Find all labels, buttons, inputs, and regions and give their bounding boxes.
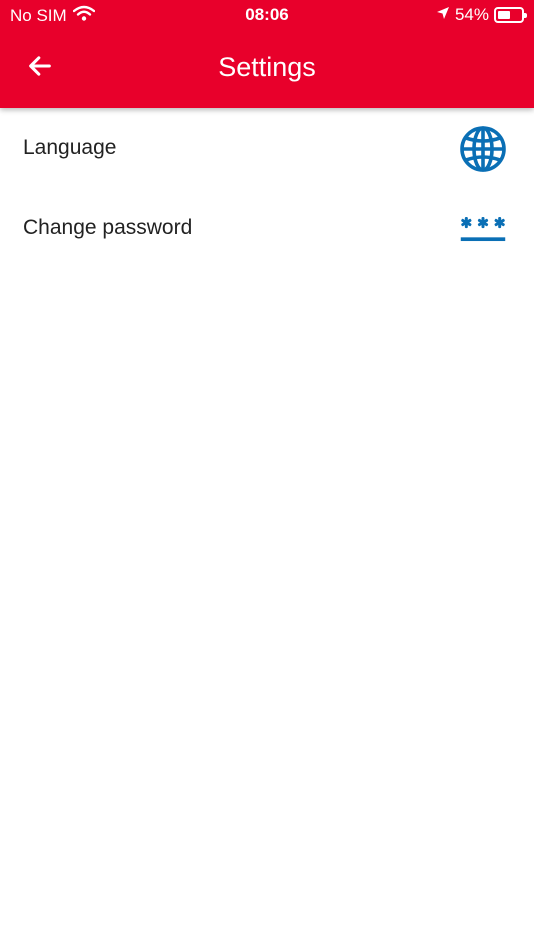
password-icon — [458, 204, 508, 254]
battery-percent: 54% — [454, 5, 489, 24]
settings-list: Language Change password — [0, 108, 534, 268]
settings-item-label: Change password — [23, 216, 193, 239]
toolbar: Settings — [0, 30, 534, 108]
settings-item-language[interactable]: Language — [0, 108, 534, 188]
location-arrow-icon — [436, 5, 450, 25]
status-right: 54% — [436, 5, 527, 25]
settings-item-label: Language — [23, 136, 117, 159]
status-bar: No SIM 08:06 54% — [0, 0, 534, 30]
battery-icon — [494, 7, 527, 23]
page-title: Settings — [218, 52, 316, 82]
battery-tip — [524, 13, 527, 18]
app-header: No SIM 08:06 54% Settings — [0, 0, 534, 108]
battery-level — [498, 11, 510, 19]
settings-item-change-password[interactable]: Change password — [0, 188, 534, 268]
globe-icon — [458, 124, 508, 174]
